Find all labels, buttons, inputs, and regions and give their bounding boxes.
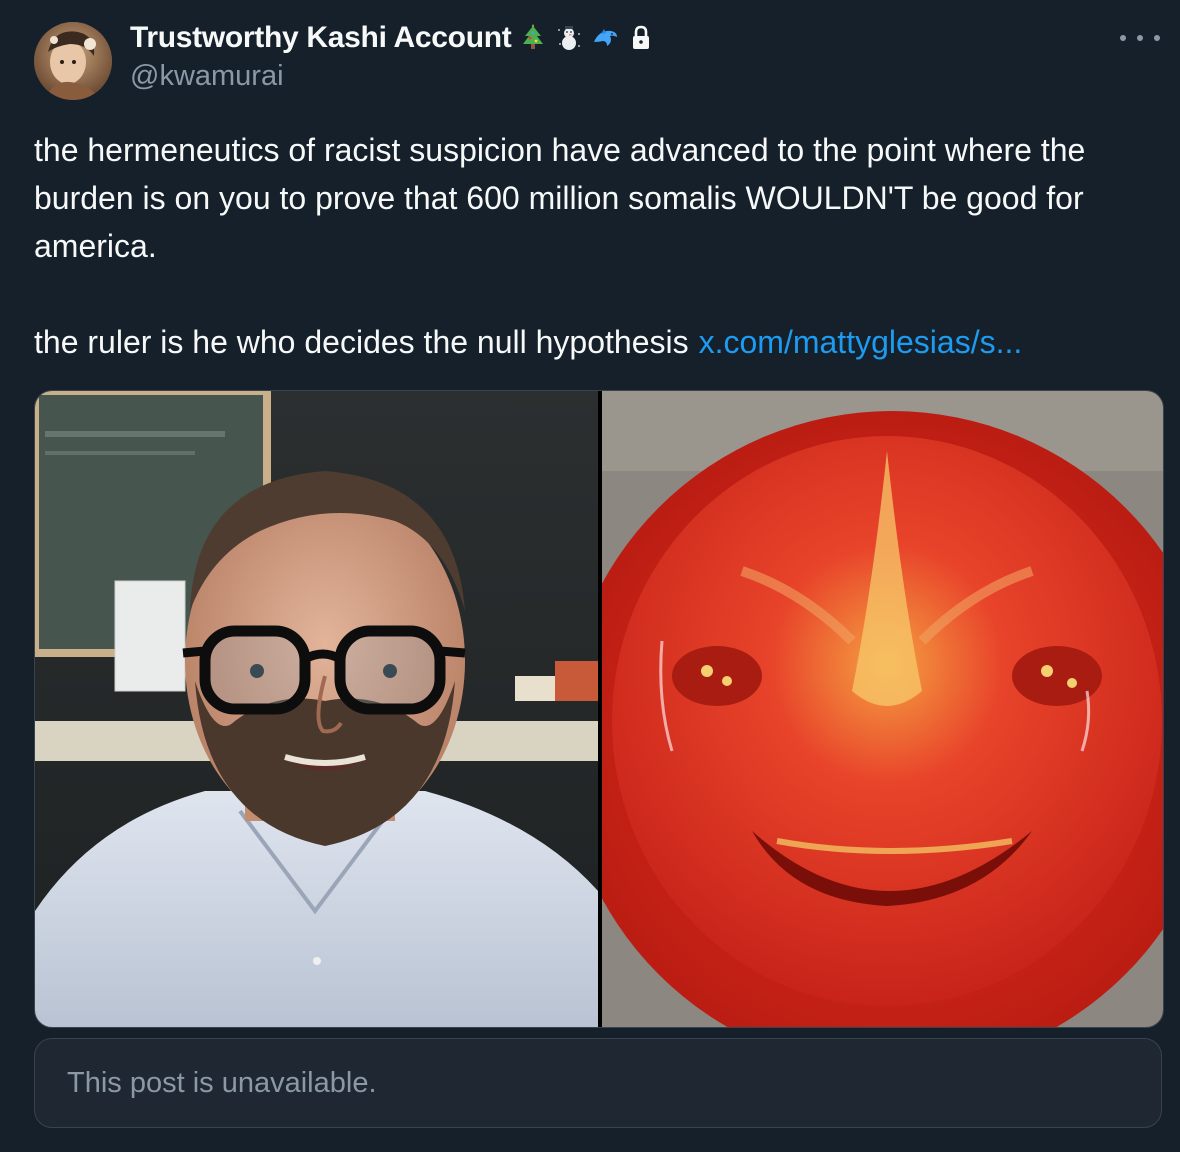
more-horizontal-icon [1120, 35, 1126, 41]
photo-tomato-face[interactable] [602, 391, 1163, 1027]
snowman-icon [558, 26, 581, 50]
author-name-row: Trustworthy Kashi Account [130, 18, 655, 58]
photo-man-with-glasses-image [35, 391, 598, 1027]
post-paragraph-2-text: the ruler is he who decides the null hyp… [34, 324, 689, 360]
post-container: Trustworthy Kashi Account @kwamurai the … [0, 0, 1180, 1152]
avatar[interactable] [34, 22, 112, 100]
quoted-post-unavailable-text: This post is unavailable. [67, 1067, 377, 1099]
dolphin-icon [594, 29, 618, 46]
author-handle[interactable]: @kwamurai [130, 60, 284, 93]
more-horizontal-icon [1137, 35, 1143, 41]
more-options-button[interactable] [1120, 26, 1160, 50]
quoted-post-card[interactable]: This post is unavailable. [34, 1038, 1162, 1128]
photo-man-with-glasses[interactable] [35, 391, 598, 1027]
display-name[interactable]: Trustworthy Kashi Account [130, 21, 512, 55]
media-grid [34, 390, 1164, 1028]
post-paragraph-2: the ruler is he who decides the null hyp… [34, 318, 1154, 366]
avatar-image [34, 22, 112, 100]
post-paragraph-1: the hermeneutics of racist suspicion hav… [34, 132, 1086, 264]
more-horizontal-icon [1154, 35, 1160, 41]
post-text: the hermeneutics of racist suspicion hav… [34, 126, 1154, 366]
post-link[interactable]: x.com/mattyglesias/s... [699, 324, 1023, 360]
lock-icon [633, 25, 650, 49]
photo-tomato-face-image [602, 391, 1163, 1027]
christmas-tree-icon [523, 24, 544, 49]
